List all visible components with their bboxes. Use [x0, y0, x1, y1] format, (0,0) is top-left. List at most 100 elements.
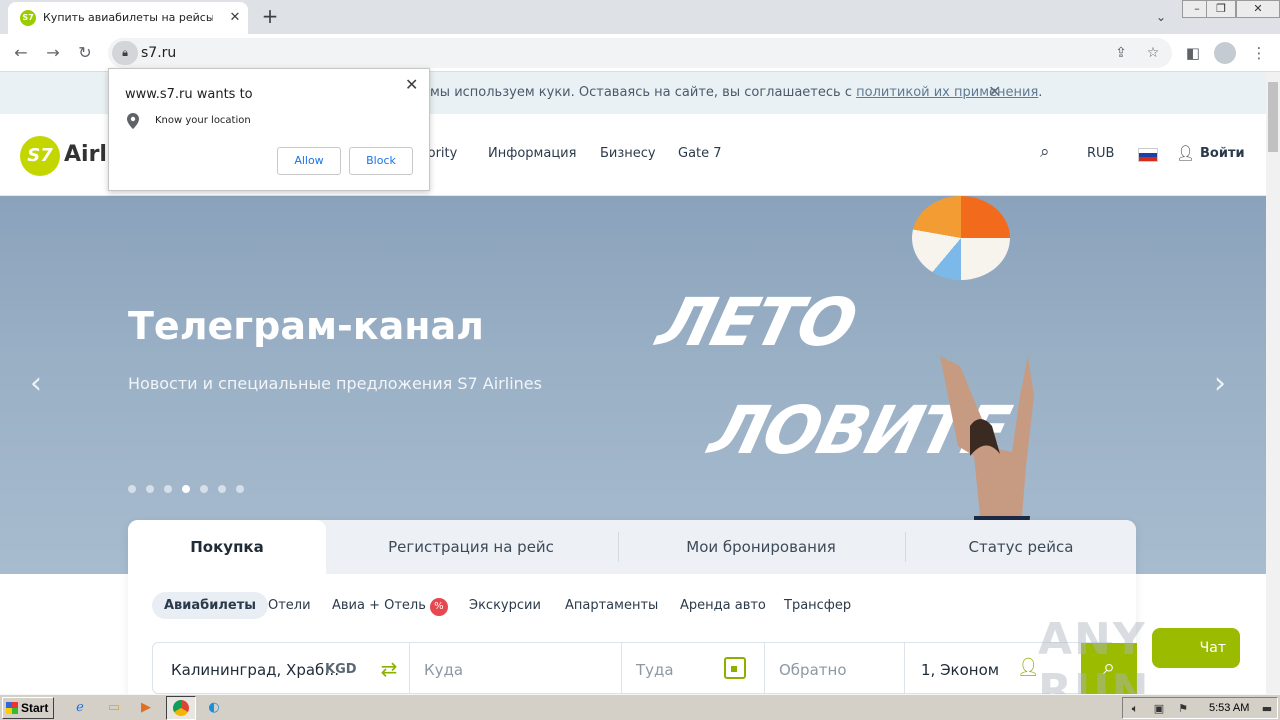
search-icon[interactable]: ⌕ — [1040, 142, 1050, 162]
network-icon[interactable]: ▣ — [1151, 701, 1167, 717]
chip-hotels[interactable]: Отели — [268, 598, 311, 613]
depart-date-field[interactable]: Туда — [622, 643, 765, 694]
chip-excursions[interactable]: Экскурсии — [469, 598, 541, 613]
return-placeholder: Обратно — [779, 661, 847, 679]
flight-search-form: Калининград, Храб… KGD ⇄ Куда Туда Обрат… — [152, 642, 1137, 694]
tab-purchase[interactable]: Покупка — [128, 520, 326, 574]
chrome-taskbar-button[interactable] — [166, 696, 196, 720]
carousel-dot[interactable] — [200, 485, 208, 493]
windows-logo-icon — [6, 702, 18, 714]
clock: 5:53 AM — [1209, 702, 1250, 714]
lock-icon[interactable]: 🔒︎ — [112, 41, 138, 65]
chip-car-rental[interactable]: Аренда авто — [680, 598, 766, 613]
s7-favicon-icon: S7 — [20, 10, 36, 26]
chrome-icon — [173, 700, 189, 716]
edge-icon[interactable]: ◐ — [204, 698, 224, 718]
scrollbar-thumb[interactable] — [1268, 82, 1278, 152]
carousel-dot[interactable] — [218, 485, 226, 493]
discount-badge: % — [429, 598, 448, 616]
profile-avatar-icon[interactable] — [1214, 42, 1236, 64]
return-date-field[interactable]: Обратно — [765, 643, 905, 694]
destination-field[interactable]: Куда — [409, 643, 622, 694]
tab-title: Купить авиабилеты на рейсы S7 А — [43, 11, 213, 24]
address-bar[interactable]: 🔒︎ s7.ru ⇪ ☆ — [108, 38, 1172, 68]
url-text: s7.ru — [141, 45, 177, 61]
share-icon[interactable]: ⇪ — [1110, 42, 1132, 64]
permission-text: Know your location — [155, 115, 251, 126]
side-panel-icon[interactable]: ◧ — [1180, 40, 1206, 66]
flag-icon[interactable]: ⚑ — [1175, 701, 1191, 717]
carousel-dot-active[interactable] — [182, 485, 190, 493]
browser-tab-strip: S7 Купить авиабилеты на рейсы S7 А ✕ + ⌄… — [0, 0, 1280, 34]
calendar-icon[interactable] — [724, 657, 746, 679]
booking-widget: Покупка Регистрация на рейс Мои брониров… — [128, 520, 1137, 694]
booking-tabs: Покупка Регистрация на рейс Мои брониров… — [128, 520, 1136, 574]
menu-kebab-icon[interactable]: ⋮ — [1246, 40, 1272, 66]
block-button[interactable]: Block — [349, 147, 413, 175]
promo-text-line1: ЛЕТО — [650, 284, 863, 361]
origin-value: Калининград, Храб… — [171, 661, 340, 679]
hero-title: Телеграм-канал — [128, 304, 484, 348]
restore-button[interactable]: ❐ — [1206, 0, 1236, 18]
tab-flight-status[interactable]: Статус рейса — [906, 520, 1136, 574]
cookie-close-icon[interactable]: ✕ — [988, 82, 1001, 101]
allow-button[interactable]: Allow — [277, 147, 341, 175]
reload-icon[interactable]: ↻ — [72, 40, 98, 66]
internet-explorer-icon[interactable]: ℯ — [70, 698, 90, 718]
chat-button[interactable]: Чат — [1152, 628, 1240, 668]
popup-title: www.s7.ru wants to — [125, 87, 253, 102]
nav-item-gate7[interactable]: Gate 7 — [678, 146, 722, 161]
browser-toolbar: ← → ↻ 🔒︎ s7.ru ⇪ ☆ ◧ ⋮ — [0, 34, 1280, 72]
chip-transfer[interactable]: Трансфер — [784, 598, 851, 613]
user-icon[interactable]: 👤︎ — [1176, 144, 1195, 162]
chip-apartments[interactable]: Апартаменты — [565, 598, 658, 613]
tab-search-chevron-icon[interactable]: ⌄ — [1150, 6, 1172, 28]
windows-taskbar: Start ℯ ▭ ▶ ◐ 🔈︎ ▣ ⚑ 5:53 AM ▬ — [0, 694, 1280, 720]
back-arrow-icon[interactable]: ← — [8, 40, 34, 66]
carousel-dots — [128, 478, 254, 497]
browser-tab[interactable]: S7 Купить авиабилеты на рейсы S7 А ✕ — [8, 2, 248, 34]
page-scrollbar[interactable] — [1266, 72, 1280, 694]
forward-arrow-icon[interactable]: → — [40, 40, 66, 66]
origin-field[interactable]: Калининград, Храб… KGD ⇄ — [153, 643, 409, 694]
logo-text[interactable]: Airli — [64, 142, 115, 167]
s7-logo-icon[interactable]: S7 — [20, 136, 60, 176]
passengers-field[interactable]: 1, Эконом 👤︎ — [905, 643, 1055, 694]
media-player-icon[interactable]: ▶ — [136, 698, 156, 718]
passenger-icon: 👤︎ — [1017, 657, 1040, 678]
chip-flights[interactable]: Авиабилеты — [152, 592, 268, 619]
swap-arrows-icon[interactable]: ⇄ — [369, 655, 409, 683]
tab-checkin[interactable]: Регистрация на рейс — [326, 520, 616, 574]
carousel-dot[interactable] — [146, 485, 154, 493]
cookie-policy-link[interactable]: политикой их применения — [856, 85, 1038, 100]
tab-my-bookings[interactable]: Мои бронирования — [618, 520, 904, 574]
carousel-next-chevron-icon[interactable]: › — [1214, 366, 1226, 401]
location-permission-popup: www.s7.ru wants to ✕ Know your location … — [108, 68, 430, 191]
carousel-dot[interactable] — [236, 485, 244, 493]
show-desktop-icon[interactable]: ▬ — [1259, 701, 1275, 717]
volume-icon[interactable]: 🔈︎ — [1127, 701, 1143, 717]
destination-placeholder: Куда — [424, 661, 464, 679]
russia-flag-icon[interactable] — [1138, 148, 1158, 162]
tab-close-icon[interactable]: ✕ — [226, 9, 244, 27]
passengers-value: 1, Эконом — [921, 661, 1000, 679]
hero-subtitle: Новости и специальные предложения S7 Air… — [128, 374, 542, 393]
cookie-text: мы используем куки. Оставаясь на сайте, … — [430, 85, 1043, 100]
carousel-prev-chevron-icon[interactable]: ‹ — [30, 366, 42, 401]
carousel-dot[interactable] — [128, 485, 136, 493]
chip-flight-hotel[interactable]: Авиа + Отель% — [332, 598, 448, 616]
file-explorer-icon[interactable]: ▭ — [104, 698, 124, 718]
depart-placeholder: Туда — [636, 661, 674, 679]
hero-banner[interactable]: ЛЕТО ЛОВИТЕ Телеграм-канал Новости и спе… — [0, 196, 1266, 574]
currency-selector[interactable]: RUB — [1087, 146, 1114, 161]
nav-item-info[interactable]: Информация — [488, 146, 576, 161]
nav-item-business[interactable]: Бизнесу — [600, 146, 656, 161]
origin-iata: KGD — [325, 662, 357, 677]
login-link[interactable]: Войти — [1200, 146, 1245, 161]
window-close-button[interactable]: ✕ — [1236, 0, 1280, 18]
carousel-dot[interactable] — [164, 485, 172, 493]
start-button[interactable]: Start — [2, 697, 54, 719]
bookmark-star-icon[interactable]: ☆ — [1142, 42, 1164, 64]
new-tab-button[interactable]: + — [258, 4, 282, 28]
popup-close-icon[interactable]: ✕ — [405, 75, 418, 94]
